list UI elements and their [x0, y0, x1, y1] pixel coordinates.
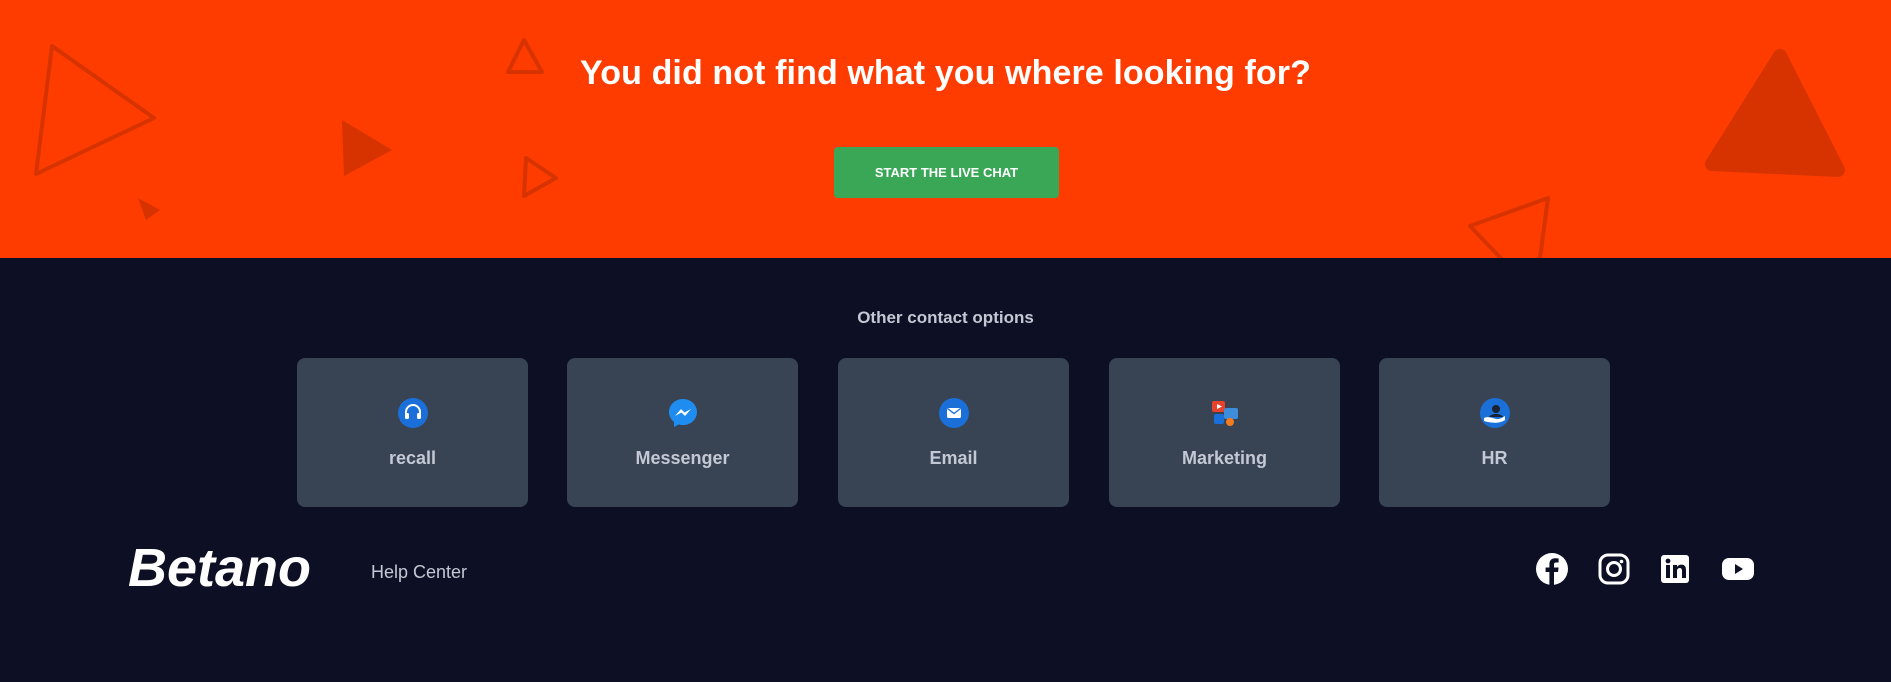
contact-option-label: Email [929, 448, 978, 468]
contact-option-marketing[interactable]: Marketing [1109, 358, 1340, 507]
help-center-link[interactable]: Help Center [371, 562, 467, 583]
betano-logo[interactable]: Betano [124, 542, 348, 592]
hr-icon [1480, 398, 1510, 428]
start-live-chat-button[interactable]: START THE LIVE CHAT [834, 147, 1059, 198]
instagram-icon[interactable] [1597, 552, 1631, 586]
contact-option-label: recall [388, 448, 437, 468]
youtube-icon[interactable] [1721, 552, 1755, 586]
facebook-icon[interactable] [1535, 552, 1569, 586]
decorative-triangles [34, 38, 1845, 258]
contact-option-messenger[interactable]: Messenger [567, 358, 798, 507]
contact-option-label: Marketing [1181, 448, 1268, 468]
svg-text:Betano: Betano [128, 542, 311, 592]
hero-banner: You did not find what you where looking … [0, 0, 1891, 258]
contact-option-label: Messenger [635, 448, 730, 468]
contact-option-label: HR [1481, 448, 1508, 468]
marketing-icon [1212, 401, 1238, 426]
contact-option-recall[interactable]: recall [297, 358, 528, 507]
hero-title: You did not find what you where looking … [580, 54, 1311, 92]
contact-option-email[interactable]: Email [838, 358, 1069, 507]
email-icon [939, 398, 969, 428]
contact-option-hr[interactable]: HR [1379, 358, 1610, 507]
messenger-icon [669, 399, 697, 427]
linkedin-icon[interactable] [1658, 552, 1692, 586]
contact-options-heading: Other contact options [857, 308, 1034, 327]
footer: Other contact options recall Messenger E… [0, 258, 1891, 682]
headset-icon [398, 398, 428, 428]
